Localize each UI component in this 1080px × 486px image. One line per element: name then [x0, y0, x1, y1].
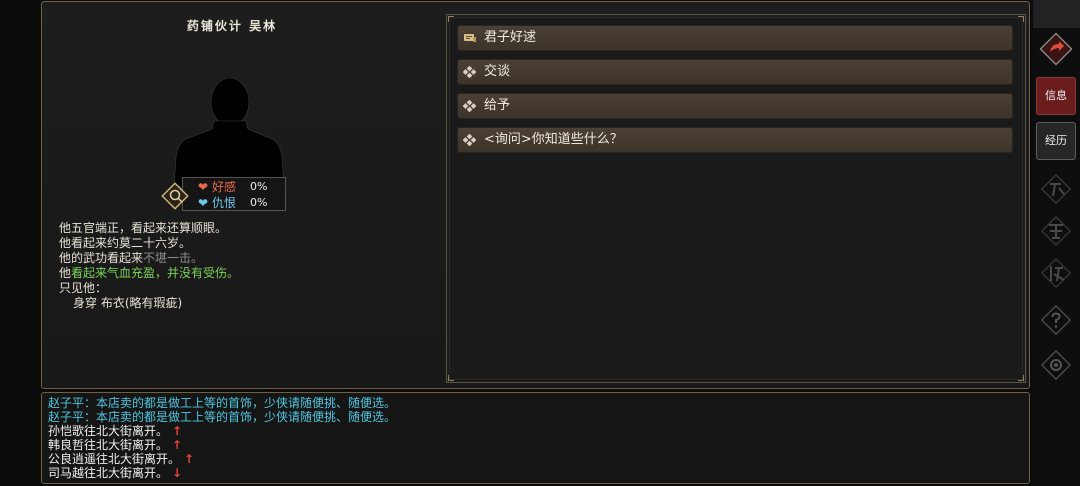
option-ask-button[interactable]: <询问>你知道些什么？: [457, 127, 1013, 153]
settings-gear-icon[interactable]: [1039, 348, 1073, 382]
message-log[interactable]: 赵子平：本店卖的都是做工上等的首饰，少侠请随便挑、随便选。 赵子平：本店卖的都是…: [41, 392, 1030, 484]
npc-name: 药铺伙计 吴林: [186, 19, 278, 33]
log-line: 公良逍遥往北大街离开。 ↑: [48, 452, 194, 466]
log-text: 司马越往北大街离开。: [48, 466, 169, 480]
heart-red-icon: ❤: [198, 180, 209, 194]
hatred-value: 0%: [250, 196, 268, 209]
hatred-label: 仇恨: [212, 196, 237, 210]
log-text: 公良逍遥往北大街离开。: [48, 452, 181, 466]
arrow-up-icon: ↑: [172, 424, 183, 438]
martial-level-text: 不堪一击。: [143, 251, 204, 265]
experience-tab-button[interactable]: 经历: [1036, 122, 1076, 160]
option-give-button[interactable]: 给予: [457, 93, 1013, 119]
diamond-icon: [463, 66, 477, 78]
diamond-icon: [463, 100, 477, 112]
log-line: 韩良哲往北大街离开。 ↑: [48, 438, 182, 452]
health-status-text: 看起来气血充盈，并没有受伤。: [71, 266, 240, 280]
panel-corner: [1018, 16, 1024, 22]
diamond-icon: [463, 134, 477, 146]
npc-panel: 药铺伙计 吴林 ❤ 好感 0% ❤ 仇恨 0% 他五官端正，看起来还算顺眼。 他看起…: [41, 1, 1030, 389]
description-line: 只见他：: [59, 281, 108, 295]
equipment-line: 身穿 布衣(略有瑕疵): [73, 296, 183, 310]
hatred-stat: ❤ 仇恨: [198, 196, 236, 211]
description-line: 他的武功看起来不堪一击。: [59, 251, 239, 266]
affection-value: 0%: [250, 180, 268, 193]
log-text: 韩良哲往北大街离开。: [48, 438, 169, 452]
help-question-icon[interactable]: [1039, 303, 1073, 337]
log-text: 孙恺歌往北大街离开。: [48, 424, 169, 438]
sect-icon[interactable]: [1039, 256, 1073, 290]
study-icon[interactable]: [1039, 214, 1073, 248]
return-arrow-icon[interactable]: [1039, 32, 1073, 66]
scroll-icon: [464, 34, 476, 42]
npc-description: 他五官端正，看起来还算顺眼。 他看起来约莫二十六岁。 他的武功看起来不堪一击。 …: [59, 221, 239, 311]
log-line: 司马越往北大街离开。 ↓: [48, 466, 182, 480]
description-line: 他看起来气血充盈，并没有受伤。: [59, 266, 239, 281]
log-line: 孙恺歌往北大街离开。 ↑: [48, 424, 182, 438]
interaction-options-panel: 君子好逑 交谈 给予 <询问>你知道些什么？: [446, 14, 1026, 383]
panel-corner: [448, 16, 454, 22]
description-line: 他五官端正，看起来还算顺眼。: [59, 221, 228, 235]
panel-corner: [1018, 375, 1024, 381]
info-tab-button[interactable]: 信息: [1036, 77, 1076, 115]
arrow-up-icon: ↑: [184, 452, 195, 466]
arrow-up-icon: ↑: [172, 438, 183, 452]
heart-blue-icon: ❤: [198, 196, 209, 210]
right-sidebar: 信息 经历: [1033, 0, 1080, 486]
option-label: 交谈: [484, 64, 511, 79]
arrow-down-icon: ↓: [172, 466, 183, 480]
option-label: <询问>你知道些什么？: [484, 132, 623, 147]
affection-stat: ❤ 好感: [198, 180, 236, 195]
panel-corner: [448, 375, 454, 381]
npc-portrait-silhouette: [174, 77, 284, 187]
option-label: 给予: [484, 98, 511, 113]
relationship-emblem-icon[interactable]: [159, 180, 191, 212]
option-talk-button[interactable]: 交谈: [457, 59, 1013, 85]
option-court-button[interactable]: 君子好逑: [457, 25, 1013, 51]
sidebar-top-bar: [1033, 0, 1080, 28]
log-line: 赵子平：本店卖的都是做工上等的首饰，少侠请随便挑、随便选。: [48, 396, 397, 410]
option-label: 君子好逑: [484, 30, 537, 45]
description-text: 他: [59, 266, 72, 280]
craft-icon[interactable]: [1039, 172, 1073, 206]
description-text: 他的武功看起来: [59, 251, 144, 265]
log-line: 赵子平：本店卖的都是做工上等的首饰，少侠请随便挑、随便选。: [48, 410, 397, 424]
affection-label: 好感: [212, 180, 237, 194]
description-line: 他看起来约莫二十六岁。: [59, 236, 192, 250]
